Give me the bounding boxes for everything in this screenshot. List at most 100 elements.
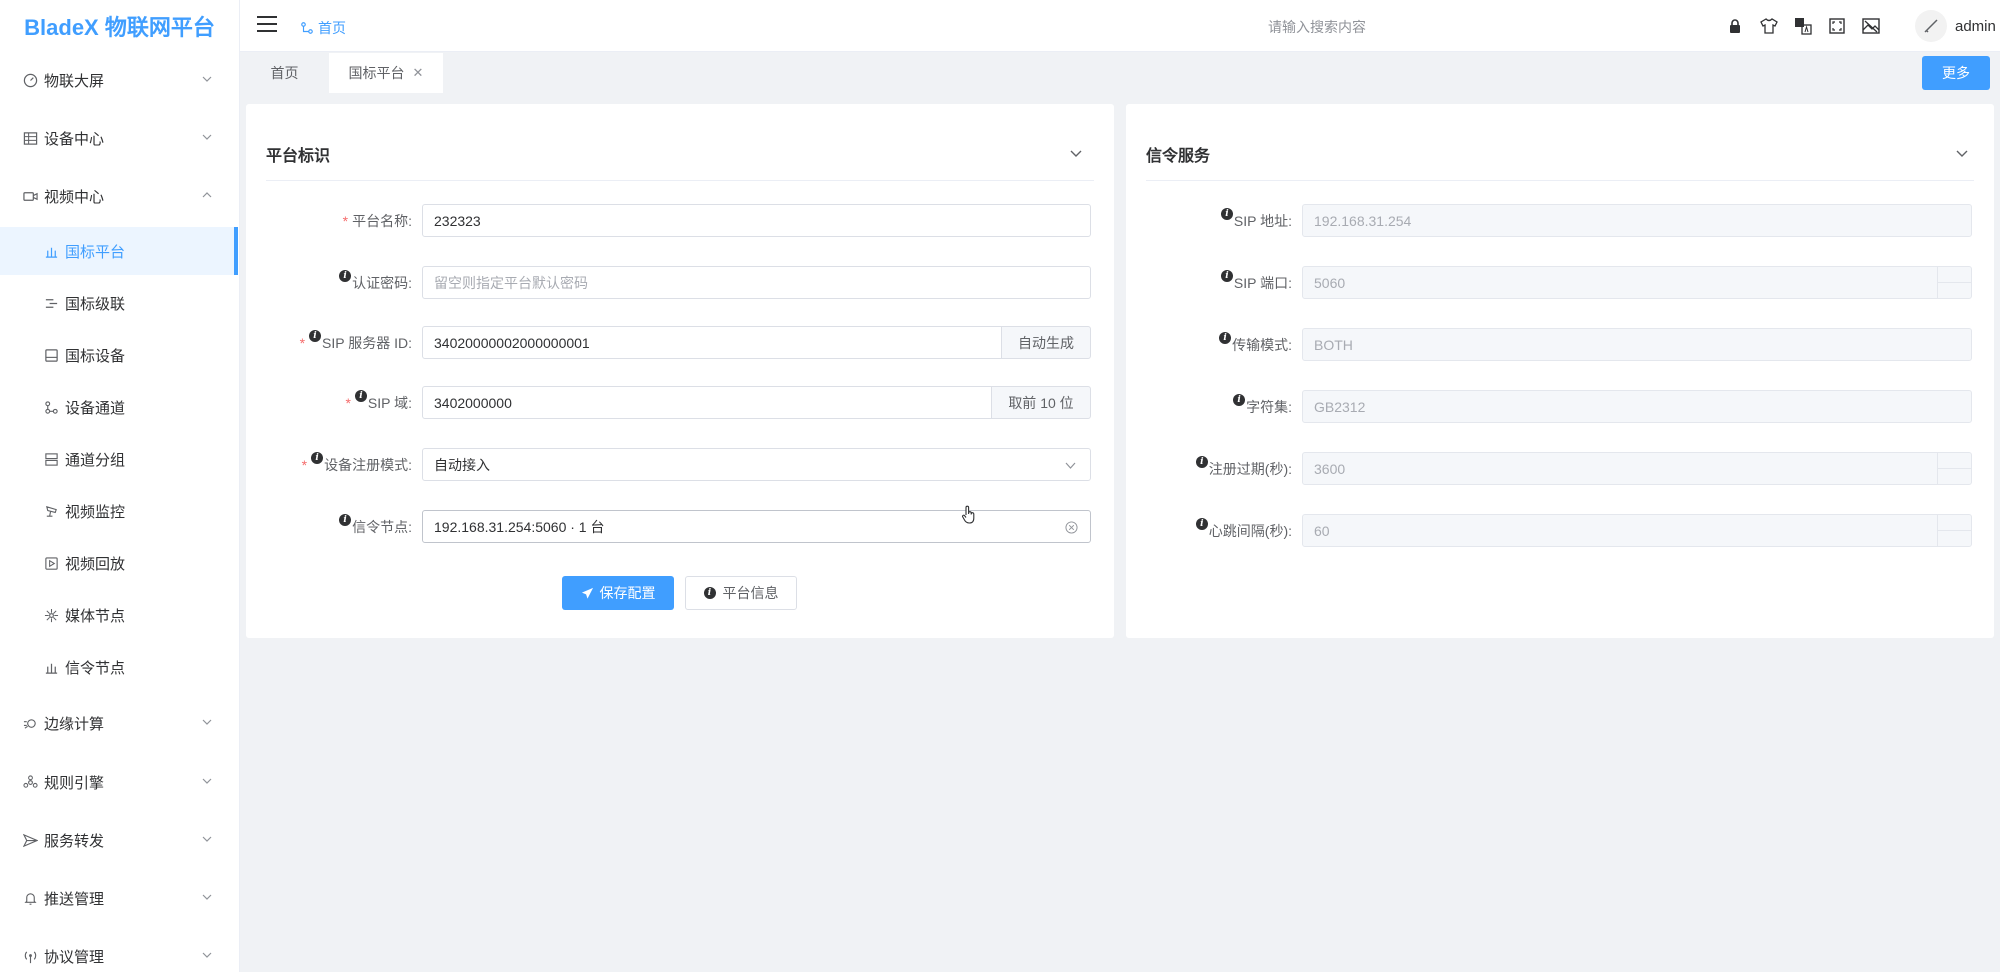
sip-server-id-input[interactable]: 34020000002000000001 (422, 326, 1002, 359)
menu-item-protocol-manage[interactable]: 协议管理 (0, 930, 240, 972)
info-icon[interactable]: i (1220, 208, 1233, 220)
chevron-up-icon (202, 192, 212, 198)
signal-service-card: 信令服务 i SIP 地址: 192.168.31.254 i SIP 端口: … (1126, 104, 1994, 638)
sidebar-item-video-playback[interactable]: 视频回放 (0, 539, 238, 587)
tab-gb-platform[interactable]: 国标平台 ✕ (329, 53, 443, 93)
input-value: 5060 (1314, 274, 1346, 291)
sidebar-item-signal-node[interactable]: 信令节点 (0, 643, 238, 691)
info-icon[interactable]: i (339, 270, 352, 282)
sip-address-input[interactable]: 192.168.31.254 (1302, 204, 1972, 237)
image-icon[interactable] (1861, 16, 1881, 36)
menu-item-rule-engine[interactable]: 规则引擎 (0, 756, 240, 808)
video-camera-icon (22, 188, 38, 204)
menu-item-device-center[interactable]: 设备中心 (0, 112, 240, 164)
breadcrumb[interactable]: 首页 (300, 18, 346, 38)
divider (1146, 180, 1974, 181)
channel-icon (43, 399, 59, 415)
sidebar-item-label: 信令节点 (65, 659, 126, 677)
chevron-down-icon (1065, 462, 1076, 469)
heartbeat-input[interactable]: 60 (1302, 514, 1972, 547)
menu-item-label: 物联大屏 (44, 72, 105, 90)
info-icon[interactable]: i (1195, 518, 1208, 530)
sidebar-item-media-node[interactable]: 媒体节点 (0, 591, 238, 639)
sidebar-item-label: 视频回放 (65, 555, 126, 573)
menu-item-push-manage[interactable]: 推送管理 (0, 872, 240, 924)
sidebar-item-label: 国标平台 (65, 243, 126, 261)
menu-item-label: 服务转发 (44, 832, 105, 850)
signal-node-select[interactable]: 192.168.31.254:5060 · 1 台 (422, 510, 1091, 543)
select-value: 自动接入 (434, 456, 490, 473)
sidebar-item-label: 国标级联 (65, 295, 126, 313)
take-first-10-button[interactable]: 取前 10 位 (991, 386, 1091, 419)
chevron-down-icon (202, 778, 212, 784)
breadcrumb-home: 首页 (318, 20, 346, 36)
info-icon[interactable]: i (309, 330, 322, 342)
sip-domain-input[interactable]: 3402000000 (422, 386, 992, 419)
tab-home[interactable]: 首页 (240, 53, 329, 93)
search-input[interactable]: 请输入搜索内容 (1268, 17, 1366, 37)
sidebar-item-video-monitor[interactable]: 视频监控 (0, 487, 238, 535)
transport-mode-input[interactable]: BOTH (1302, 328, 1972, 361)
divider (266, 180, 1094, 181)
monitor-icon (43, 503, 59, 519)
sidebar-item-gb-platform[interactable]: 国标平台 (0, 227, 238, 275)
translate-icon[interactable] (1793, 16, 1813, 36)
menu-item-dashboard[interactable]: 物联大屏 (0, 54, 240, 106)
info-icon[interactable]: i (311, 452, 324, 464)
menu-item-video-center[interactable]: 视频中心 (0, 170, 240, 222)
auth-password-input[interactable]: 留空则指定平台默认密码 (422, 266, 1091, 299)
info-icon[interactable]: i (354, 390, 367, 402)
fullscreen-icon[interactable] (1827, 16, 1847, 36)
sip-port-input[interactable]: 5060 (1302, 266, 1972, 299)
sidebar-item-label: 视频监控 (65, 503, 126, 521)
menu-item-label: 协议管理 (44, 948, 105, 966)
collapse-chevron-icon[interactable] (1070, 148, 1082, 158)
antenna-icon (22, 948, 38, 964)
tabs-bar: 首页 国标平台 ✕ 更多 (240, 53, 2000, 93)
label-text: SIP 域: (367, 395, 412, 411)
sidebar-item-label: 设备通道 (65, 399, 126, 417)
platform-card: 平台标识 * 平台名称: 232323 i 认证密码: 留空则指定平台默认密码 … (246, 104, 1114, 638)
sidebar-item-gb-device[interactable]: 国标设备 (0, 331, 238, 379)
clear-icon[interactable] (1065, 521, 1078, 534)
info-icon[interactable]: i (1220, 270, 1233, 282)
menu-toggle-icon[interactable] (257, 16, 277, 32)
lock-icon[interactable] (1725, 16, 1745, 36)
menu-item-edge-compute[interactable]: 边缘计算 (0, 697, 240, 749)
auto-generate-button[interactable]: 自动生成 (1001, 326, 1091, 359)
info-icon[interactable]: i (1195, 456, 1208, 468)
transport-mode-label: i 传输模式: (1126, 330, 1292, 360)
info-icon[interactable]: i (1233, 394, 1246, 406)
number-stepper[interactable] (1937, 453, 1971, 484)
required-mark: * (301, 457, 308, 473)
platform-name-input[interactable]: 232323 (422, 204, 1091, 237)
info-icon[interactable]: i (1219, 332, 1232, 344)
chevron-down-icon (202, 719, 212, 725)
sidebar-item-channel-group[interactable]: 通道分组 (0, 435, 238, 483)
user-menu[interactable]: admin (1915, 10, 1996, 42)
required-mark: * (345, 395, 351, 411)
chevron-down-icon (202, 952, 212, 958)
chevron-down-icon (202, 894, 212, 900)
sidebar: BladeX 物联网平台 物联大屏 设备中心 视频中心 国标平台 国标级联 国标… (0, 0, 240, 972)
menu-item-service-forward[interactable]: 服务转发 (0, 814, 240, 866)
platform-info-button[interactable]: i 平台信息 (685, 576, 797, 610)
menu-item-label: 视频中心 (44, 188, 105, 206)
home-branch-icon (301, 22, 313, 34)
sidebar-item-device-channel[interactable]: 设备通道 (0, 383, 238, 431)
sidebar-item-gb-cascade[interactable]: 国标级联 (0, 279, 238, 327)
number-stepper[interactable] (1937, 515, 1971, 546)
collapse-chevron-icon[interactable] (1956, 148, 1968, 158)
close-icon[interactable]: ✕ (413, 65, 424, 81)
number-stepper[interactable] (1937, 267, 1971, 298)
save-config-button[interactable]: 保存配置 (562, 576, 674, 610)
sidebar-item-label: 通道分组 (65, 451, 126, 469)
app-logo[interactable]: BladeX 物联网平台 (0, 0, 239, 52)
more-button[interactable]: 更多 (1922, 56, 1990, 90)
register-expire-input[interactable]: 3600 (1302, 452, 1972, 485)
menu-item-label: 推送管理 (44, 890, 105, 908)
shirt-icon[interactable] (1759, 16, 1779, 36)
info-icon[interactable]: i (339, 514, 352, 526)
register-mode-select[interactable]: 自动接入 (422, 448, 1091, 481)
charset-input[interactable]: GB2312 (1302, 390, 1972, 423)
